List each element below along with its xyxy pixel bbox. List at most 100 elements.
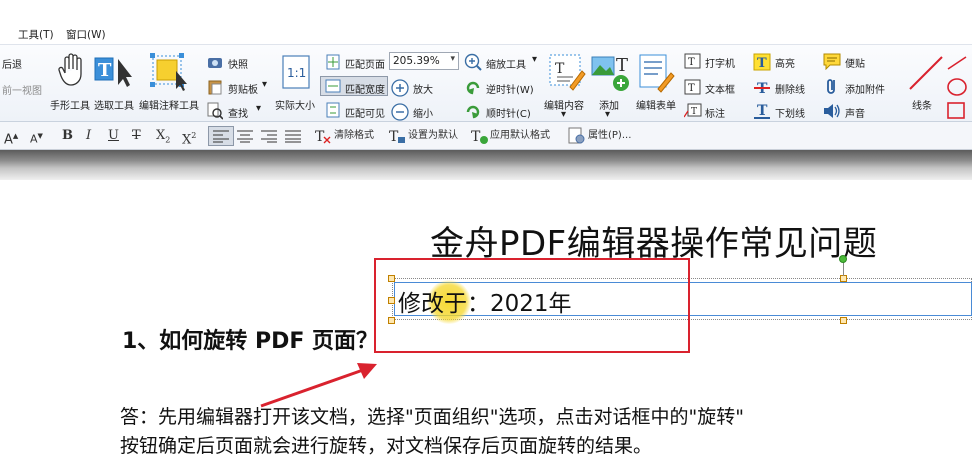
attach-file-button[interactable]: 添加附件 <box>845 81 885 96</box>
actual-size-icon[interactable]: 1:1 <box>282 55 312 91</box>
sound-button[interactable]: 声音 <box>845 105 865 120</box>
rotate-cw-icon <box>466 105 480 119</box>
bold-icon[interactable]: B <box>62 127 73 145</box>
answer-line-2: 按钮确定后页面就会进行旋转，对文档保存后页面旋转的结果。 <box>120 435 653 457</box>
fit-width-icon <box>325 79 341 93</box>
edit-form-icon[interactable] <box>638 53 676 93</box>
fit-page-button[interactable]: 匹配页面 <box>345 56 385 71</box>
rotate-cw-button[interactable]: 顺时针(C) <box>486 105 531 120</box>
find-button[interactable]: 查找 <box>228 105 248 120</box>
question-1-heading: 1、如何旋转 PDF 页面？ <box>122 329 379 354</box>
answer-line-1: 答：先用编辑器打开该文档，选择"页面组织"选项，点击对话框中的"旋转" <box>120 406 744 428</box>
svg-text:1:1: 1:1 <box>287 66 306 80</box>
rotation-handle[interactable] <box>839 255 847 263</box>
resize-handle-top-middle[interactable] <box>840 275 847 282</box>
zoom-out-icon <box>391 103 409 121</box>
zoom-in-button[interactable]: 放大 <box>413 81 433 96</box>
fit-visible-button[interactable]: 匹配可见 <box>345 105 385 120</box>
rotate-ccw-button[interactable]: 逆时针(W) <box>486 81 534 96</box>
arrow-shape-icon[interactable] <box>946 53 972 71</box>
clipboard-button[interactable]: 剪贴板 <box>228 81 258 96</box>
line-tool-icon[interactable] <box>908 53 944 93</box>
add-dropdown-icon[interactable]: ▾ <box>605 109 610 120</box>
clipboard-icon <box>208 80 222 95</box>
back-button[interactable]: 后退 <box>2 56 22 71</box>
clear-format-button[interactable]: 清除格式 <box>334 127 374 145</box>
svg-text:T: T <box>555 61 565 77</box>
prev-view-button[interactable]: 前一视图 <box>2 82 42 97</box>
align-center-icon[interactable] <box>236 129 254 143</box>
hand-icon[interactable] <box>56 51 88 87</box>
add-image-text-icon[interactable]: T <box>591 53 633 93</box>
svg-text:T: T <box>389 129 399 144</box>
zoom-in-icon <box>391 79 409 97</box>
find-icon <box>207 102 223 120</box>
line-tool-label[interactable]: 线条 <box>912 97 932 112</box>
actual-size-label[interactable]: 实际大小 <box>275 97 315 112</box>
svg-text:T: T <box>688 57 695 68</box>
callout-icon: T <box>684 103 702 118</box>
decrease-font-size-icon[interactable]: A▼ <box>30 127 43 146</box>
rectangle-shape-icon[interactable] <box>946 101 972 121</box>
superscript-icon[interactable]: X2 <box>182 127 196 147</box>
edit-content-dropdown-icon[interactable]: ▾ <box>561 109 566 120</box>
typewriter-button[interactable]: 打字机 <box>705 55 735 70</box>
edit-content-icon[interactable]: T <box>548 53 586 93</box>
sticky-note-button[interactable]: 便贴 <box>845 55 865 70</box>
svg-text:T: T <box>616 55 628 76</box>
strikethrough-icon: T <box>754 81 770 96</box>
italic-icon[interactable]: I <box>86 127 91 145</box>
apply-default-button[interactable]: 应用默认格式 <box>490 127 550 145</box>
annotation-tool-label[interactable]: 编辑注释工具 <box>139 97 199 112</box>
ellipse-shape-icon[interactable] <box>946 77 972 97</box>
underline-icon: T <box>754 103 770 119</box>
subscript-icon[interactable]: X2 <box>156 127 170 145</box>
zoom-tool-icon <box>464 53 482 71</box>
camera-icon <box>208 58 222 68</box>
menu-tools[interactable]: 工具(T) <box>18 27 54 42</box>
find-dropdown-icon[interactable]: ▾ <box>256 103 261 114</box>
sound-icon <box>824 104 840 118</box>
textbox-button[interactable]: 文本框 <box>705 81 735 96</box>
rotate-ccw-icon <box>466 81 480 95</box>
edit-form-label[interactable]: 编辑表单 <box>636 97 676 112</box>
ribbon-toolbar: 后退 前一视图 手形工具 T 选取工具 编辑注释工具 快照 剪贴板 ▾ 查找 ▾… <box>0 44 972 122</box>
zoom-tool-button[interactable]: 缩放工具 <box>486 56 526 71</box>
callout-button[interactable]: 标注 <box>705 105 725 120</box>
typewriter-icon: T <box>684 53 701 69</box>
annotation-edit-icon[interactable] <box>150 53 192 91</box>
align-right-icon[interactable] <box>260 129 278 143</box>
svg-text:T: T <box>315 129 325 144</box>
resize-handle-bottom-middle[interactable] <box>840 317 847 324</box>
select-text-icon[interactable]: T <box>94 55 134 89</box>
align-justify-icon[interactable] <box>284 129 302 143</box>
select-tool-label[interactable]: 选取工具 <box>94 97 134 112</box>
properties-button[interactable]: 属性(P)... <box>588 127 631 145</box>
set-default-button[interactable]: 设置为默认 <box>408 127 458 145</box>
fit-visible-icon <box>326 102 340 118</box>
clipboard-dropdown-icon[interactable]: ▾ <box>262 79 267 90</box>
svg-text:T: T <box>757 103 768 119</box>
svg-text:T: T <box>691 107 697 117</box>
menu-window[interactable]: 窗口(W) <box>66 27 106 42</box>
snapshot-button[interactable]: 快照 <box>228 56 248 71</box>
hand-tool-label[interactable]: 手形工具 <box>50 97 90 112</box>
underline-button[interactable]: 下划线 <box>775 105 805 120</box>
strikethrough-format-icon[interactable]: T <box>132 127 141 145</box>
set-default-icon: T <box>389 129 405 144</box>
properties-icon <box>568 127 585 144</box>
format-toolbar: A▲ A▼ B I U T X2 X2 T 清除格式 T 设置为默认 T 应用默… <box>0 122 972 150</box>
align-left-icon[interactable] <box>212 129 230 143</box>
increase-font-size-icon[interactable]: A▲ <box>4 127 18 147</box>
sticky-note-icon <box>823 53 841 70</box>
highlight-button[interactable]: 高亮 <box>775 55 795 70</box>
zoom-tool-dropdown-icon[interactable]: ▾ <box>532 54 537 65</box>
zoom-input[interactable]: 205.39% ▾ <box>389 52 459 70</box>
fit-width-button[interactable]: 匹配宽度 <box>345 81 385 96</box>
strikethrough-button[interactable]: 删除线 <box>775 81 805 96</box>
underline-format-icon[interactable]: U <box>108 127 119 145</box>
zoom-value: 205.39% <box>393 55 440 67</box>
zoom-dropdown-icon[interactable]: ▾ <box>450 54 455 64</box>
fit-page-icon <box>326 54 340 70</box>
zoom-out-button[interactable]: 缩小 <box>413 105 433 120</box>
